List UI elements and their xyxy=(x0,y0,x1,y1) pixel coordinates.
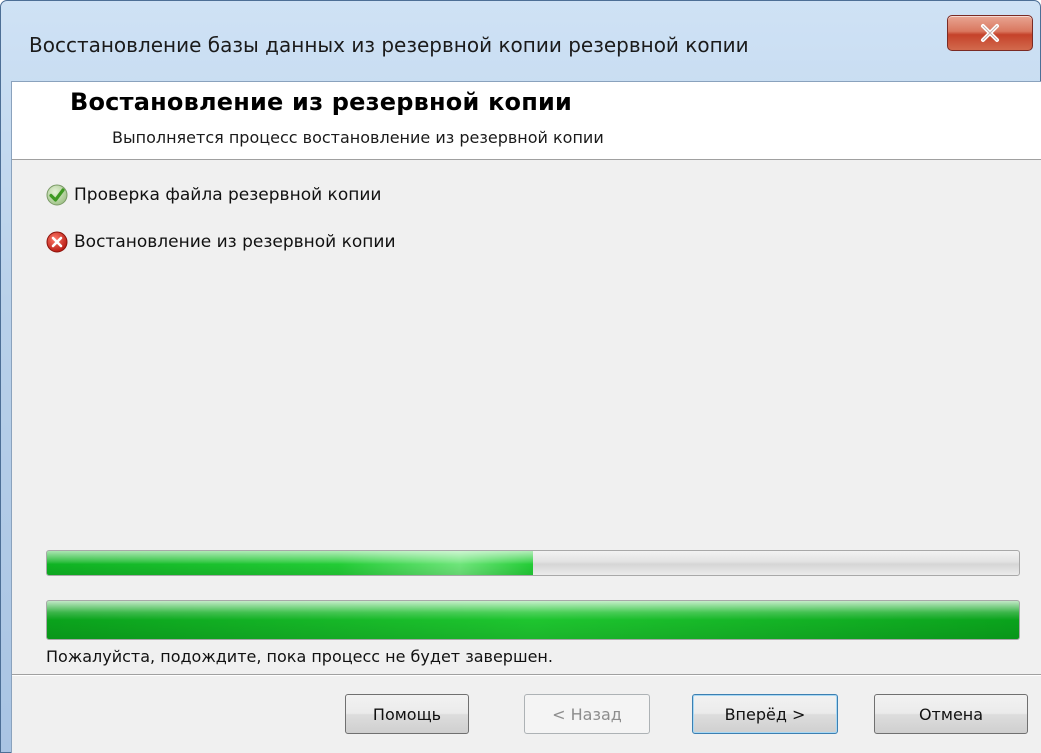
page-subtitle: Выполняется процесс востановление из рез… xyxy=(112,128,604,147)
status-message: Пожалуйста, подождите, пока процесс не б… xyxy=(46,647,553,666)
overall-progress-fill xyxy=(47,601,1019,639)
wizard-body: Востановление из резервной копии Выполня… xyxy=(11,81,1041,753)
error-icon xyxy=(46,231,68,253)
current-progress-fill xyxy=(47,551,533,575)
next-button[interactable]: Вперёд > xyxy=(692,694,838,734)
close-button[interactable] xyxy=(947,15,1033,51)
step-label: Проверка файла резервной копии xyxy=(74,185,382,205)
close-icon xyxy=(979,23,1001,43)
back-button[interactable]: < Назад xyxy=(524,694,650,734)
current-progress-bar xyxy=(46,550,1020,576)
wizard-header: Востановление из резервной копии Выполня… xyxy=(12,82,1041,160)
help-button[interactable]: Помощь xyxy=(345,694,469,734)
check-icon xyxy=(46,184,68,206)
step-restore-backup: Востановление из резервной копии xyxy=(46,229,396,255)
overall-progress-bar xyxy=(46,600,1020,640)
step-verify-backup: Проверка файла резервной копии xyxy=(46,182,381,208)
cancel-button[interactable]: Отмена xyxy=(874,694,1028,734)
step-label: Востановление из резервной копии xyxy=(74,232,396,252)
footer-divider xyxy=(12,674,1041,676)
window-frame: Восстановление базы данных из резервной … xyxy=(0,0,1041,753)
title-bar[interactable]: Восстановление базы данных из резервной … xyxy=(1,1,1041,87)
page-title: Востановление из резервной копии xyxy=(70,88,573,116)
window-title: Восстановление базы данных из резервной … xyxy=(29,33,749,57)
